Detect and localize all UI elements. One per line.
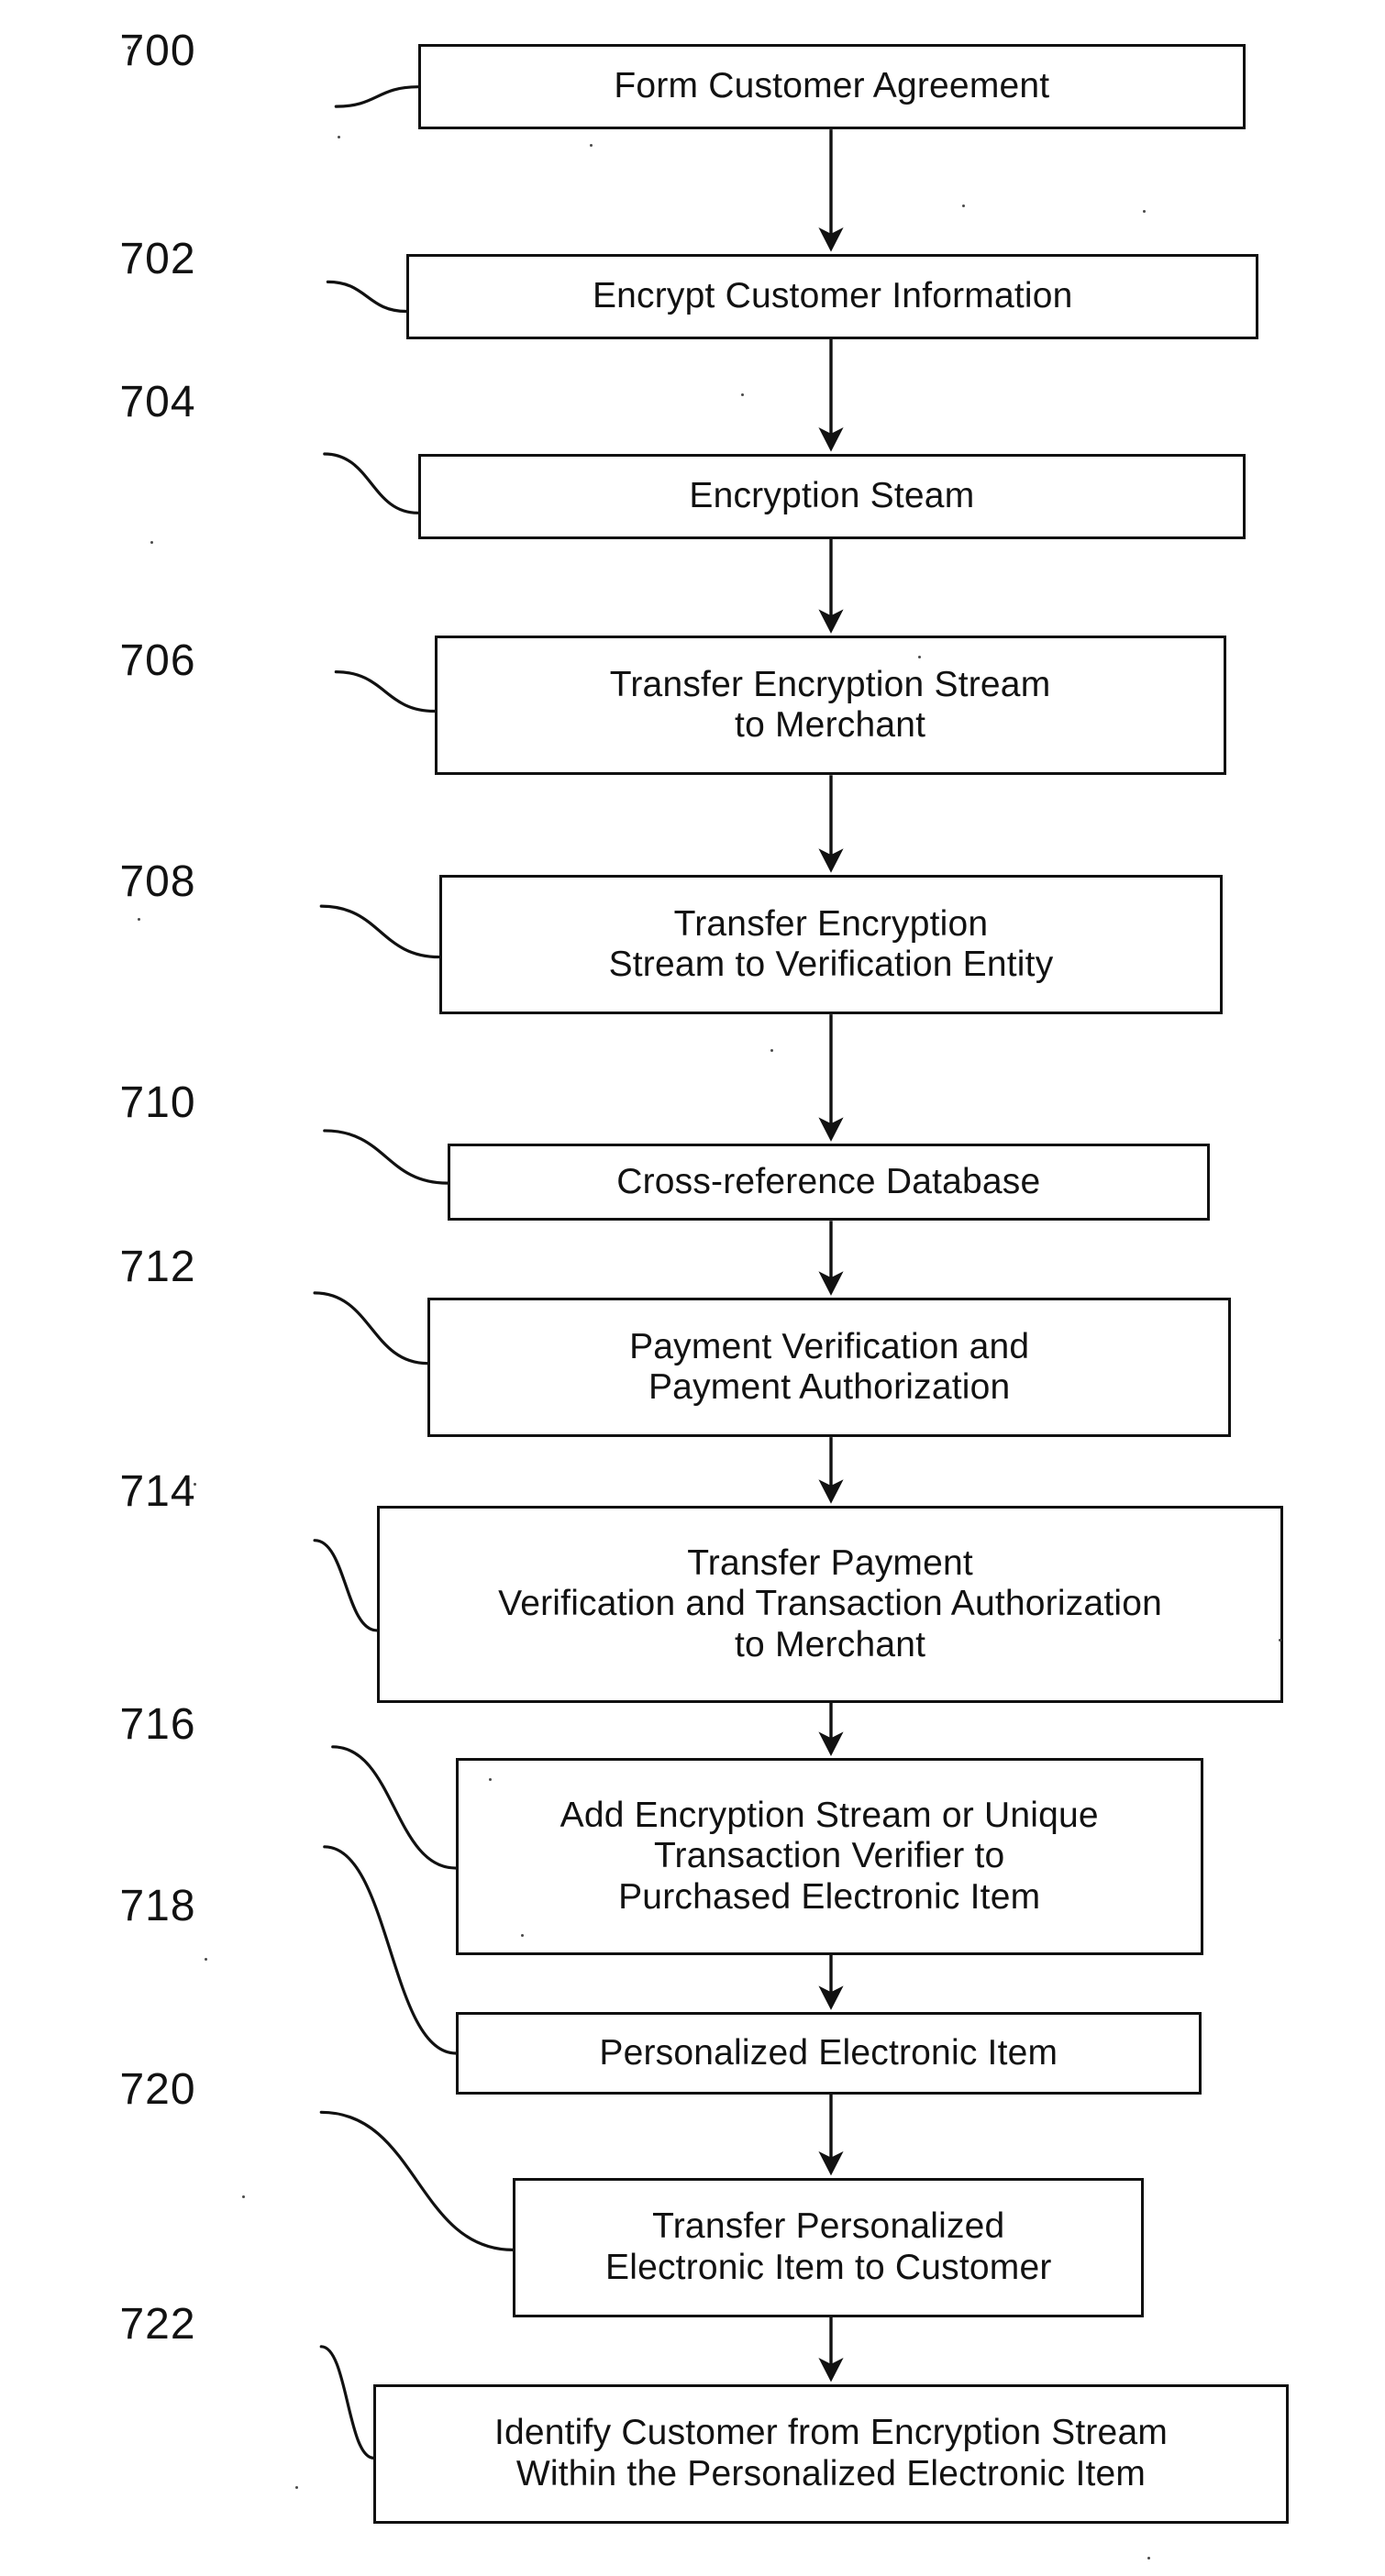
flowchart-node-702: Encrypt Customer Information (406, 253, 1259, 339)
reference-numeral-722: 722 (119, 2299, 196, 2349)
leader-line-706 (334, 670, 437, 713)
node-text-line: to Merchant (735, 705, 926, 746)
reference-numeral-706: 706 (119, 636, 196, 685)
node-text-line: Stream to Verification Entity (608, 945, 1054, 985)
flowchart-node-722: Identify Customer from Encryption Stream… (373, 2383, 1289, 2524)
flowchart-node-714: Transfer Payment Verification and Transac… (377, 1506, 1284, 1703)
flowchart-node-712: Payment Verification and Payment Authoriz… (427, 1298, 1231, 1438)
scan-speck (138, 917, 141, 921)
scan-speck (740, 392, 744, 396)
reference-numeral-718: 718 (119, 1881, 196, 1930)
flowchart-node-704: Encryption Steam (417, 453, 1246, 539)
leader-line-722 (319, 2345, 376, 2460)
node-text-line: Within the Personalized Electronic Item (515, 2453, 1147, 2493)
node-text-line: Form Customer Agreement (614, 66, 1050, 106)
reference-numeral-702: 702 (119, 235, 196, 284)
node-text-line: Cross-reference Database (616, 1162, 1041, 1201)
reference-numeral-704: 704 (119, 377, 196, 426)
scan-speck (917, 655, 921, 658)
leader-line-708 (319, 904, 441, 959)
leader-line-714 (313, 1539, 379, 1632)
node-text-line: Purchased Electronic Item (618, 1876, 1041, 1917)
scan-speck (1278, 1638, 1281, 1642)
node-text-line: Payment Authorization (648, 1367, 1011, 1408)
node-text-line: to Merchant (735, 1624, 926, 1664)
node-text-line: Transfer Payment (687, 1542, 973, 1583)
scan-speck (770, 1048, 773, 1052)
reference-numeral-714: 714 (119, 1466, 196, 1516)
reference-numeral-716: 716 (119, 1699, 196, 1749)
reference-numeral-710: 710 (119, 1078, 196, 1128)
node-text-line: Encrypt Customer Information (592, 276, 1073, 316)
reference-leader-lines (313, 85, 515, 2460)
leader-line-710 (323, 1129, 449, 1185)
flowchart-node-716: Add Encryption Stream or Unique Transacti… (455, 1758, 1203, 1955)
reference-numeral-720: 720 (119, 2065, 196, 2115)
leader-line-720 (319, 2110, 515, 2252)
node-text-line: Verification and Transaction Authorizati… (498, 1584, 1163, 1624)
flowchart-node-718: Personalized Electronic Item (455, 2012, 1202, 2095)
leader-line-700 (334, 85, 420, 108)
leader-line-712 (313, 1291, 430, 1365)
node-text-line: Transfer Personalized (652, 2206, 1005, 2247)
node-text-line: Transaction Verifier to (653, 1836, 1005, 1876)
flowchart-node-706: Transfer Encryption Stream to Merchant (434, 636, 1226, 776)
leader-line-702 (326, 280, 408, 314)
flowchart-node-710: Cross-reference Database (447, 1144, 1210, 1222)
reference-numeral-708: 708 (119, 857, 196, 907)
node-text-line: Identify Customer from Encryption Stream (493, 2413, 1169, 2453)
scan-speck (294, 2485, 298, 2489)
leader-line-718 (323, 1845, 458, 2055)
reference-numeral-712: 712 (119, 1243, 196, 1292)
reference-numeral-700: 700 (119, 27, 196, 76)
patent-flowchart-figure: Form Customer Agreement Encrypt Customer … (0, 0, 1385, 2576)
flowchart-node-720: Transfer Personalized Electronic Item to … (513, 2177, 1145, 2317)
node-text-line: Personalized Electronic Item (599, 2032, 1058, 2073)
scan-speck (521, 1933, 525, 1937)
node-text-line: Transfer Encryption (673, 903, 989, 944)
leader-line-704 (323, 452, 420, 514)
leader-line-716 (331, 1745, 458, 1870)
flowchart-node-700: Form Customer Agreement (417, 44, 1246, 130)
node-text-line: Transfer Encryption Stream (609, 664, 1051, 704)
node-text-line: Payment Verification and (629, 1326, 1030, 1366)
node-text-line: Add Encryption Stream or Unique (560, 1795, 1099, 1835)
scan-speck (193, 1483, 196, 1487)
scan-speck (1142, 209, 1146, 213)
scan-speck (488, 1777, 492, 1781)
node-text-line: Encryption Steam (689, 476, 975, 516)
flowchart-node-708: Transfer Encryption Stream to Verificatio… (438, 875, 1224, 1015)
scan-speck (1147, 2556, 1150, 2559)
node-text-line: Electronic Item to Customer (605, 2247, 1052, 2287)
